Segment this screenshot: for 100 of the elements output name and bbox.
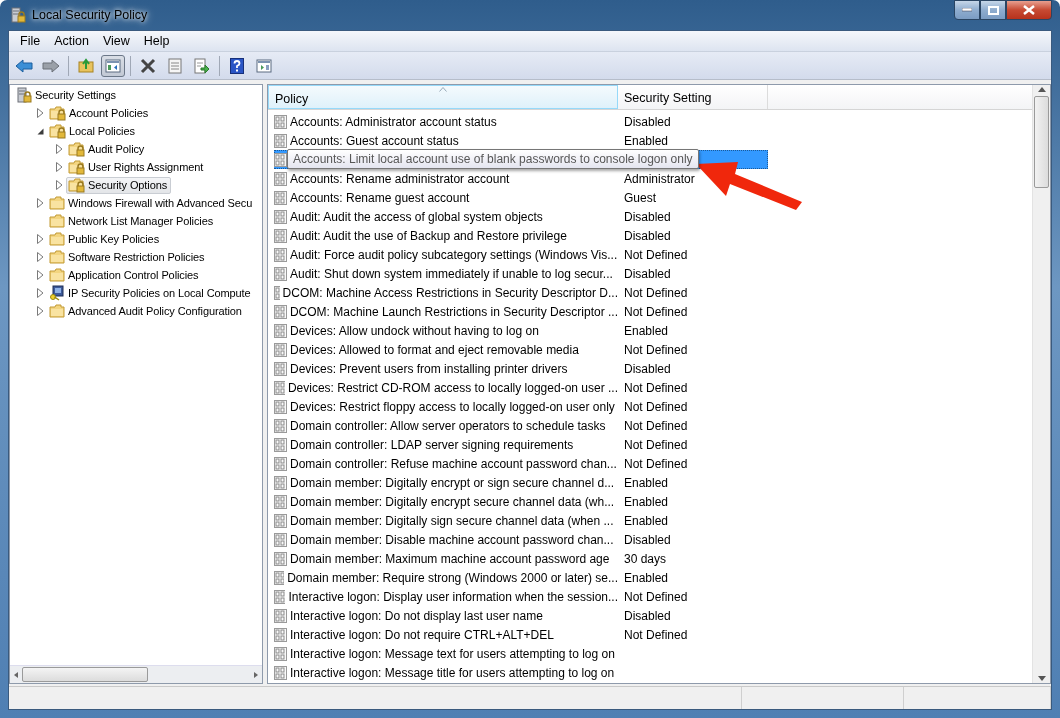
- policy-name: Domain member: Digitally encrypt secure channel data (wh...: [290, 494, 615, 509]
- tree-item[interactable]: Security Settings: [14, 86, 120, 104]
- policy-name: Devices: Restrict floppy access to locally logged-on user only: [290, 399, 615, 414]
- tree-item[interactable]: Advanced Audit Policy Configuration: [47, 302, 246, 320]
- expand-arrow-icon[interactable]: [36, 234, 44, 244]
- scroll-down-icon[interactable]: [1037, 676, 1046, 681]
- tree-item[interactable]: Local Policies: [47, 122, 139, 140]
- policy-icon: [274, 608, 287, 623]
- setting-value: Enabled: [624, 570, 669, 585]
- locked-folder-icon: [68, 177, 85, 193]
- policy-icon: [274, 342, 287, 357]
- setting-value: Not Defined: [624, 456, 688, 471]
- menu-item[interactable]: Action: [47, 34, 96, 48]
- policy-name: Audit: Force audit policy subcategory settings (Windows Vis...: [290, 247, 618, 262]
- policy-name: Audit: Shut down system immediately if unable to log secur...: [290, 266, 613, 281]
- maximize-icon: [987, 5, 999, 15]
- expand-arrow-icon[interactable]: [55, 144, 63, 154]
- policy-icon: [274, 646, 287, 661]
- expand-arrow-icon[interactable]: [36, 270, 44, 280]
- folder-icon: [49, 267, 65, 283]
- policy-icon: [274, 551, 287, 566]
- scroll-right-icon[interactable]: [252, 670, 260, 679]
- properties-icon: [168, 57, 182, 74]
- tree-item[interactable]: User Rights Assignment: [66, 158, 208, 176]
- delete-icon: [140, 57, 156, 74]
- policy-icon: [274, 570, 285, 585]
- close-button[interactable]: [1006, 0, 1052, 20]
- setting-value: Disabled: [624, 228, 671, 243]
- locked-folder-icon: [68, 141, 85, 157]
- expand-arrow-icon[interactable]: [55, 180, 63, 190]
- policy-icon: [274, 323, 287, 338]
- setting-value: Enabled: [624, 133, 669, 148]
- maximize-button[interactable]: [980, 0, 1006, 20]
- expand-arrow-icon[interactable]: [36, 306, 44, 316]
- menu-item[interactable]: File: [13, 34, 48, 48]
- window-title: Local Security Policy: [32, 8, 148, 22]
- policy-icon: [274, 304, 287, 319]
- tree-item[interactable]: Security Options: [66, 176, 172, 194]
- tree-item[interactable]: Network List Manager Policies: [47, 212, 218, 230]
- policy-name: Interactive logon: Message text for users attempting to log on: [290, 646, 615, 661]
- policy-name: Interactive logon: Do not require CTRL+ALT+DEL: [290, 627, 554, 642]
- column-header[interactable]: Policy: [268, 85, 618, 109]
- policy-icon: [274, 114, 287, 129]
- security-server-icon: [10, 6, 26, 24]
- tree-item[interactable]: Windows Firewall with Advanced Secu: [47, 194, 257, 212]
- setting-value: Not Defined: [624, 589, 688, 604]
- expand-arrow-icon[interactable]: [36, 108, 44, 118]
- policy-name: DCOM: Machine Access Restrictions in Security Descriptor D...: [282, 285, 618, 300]
- help-icon: [230, 57, 244, 74]
- expand-arrow-icon[interactable]: [36, 288, 44, 298]
- minimize-button[interactable]: [954, 0, 980, 20]
- tree-item[interactable]: Software Restriction Policies: [47, 248, 209, 266]
- setting-value: 30 days: [624, 551, 667, 566]
- setting-value: Not Defined: [624, 437, 688, 452]
- policy-name: Devices: Allow undock without having to log on: [290, 323, 539, 338]
- column-header[interactable]: Security Setting: [618, 85, 768, 109]
- policy-name: Accounts: Guest account status: [290, 133, 459, 148]
- setting-value: Guest: [624, 190, 656, 205]
- tree-item[interactable]: Public Key Policies: [47, 230, 164, 248]
- policy-icon: [274, 513, 287, 528]
- scroll-left-icon[interactable]: [12, 670, 20, 679]
- horizontal-scrollbar[interactable]: [10, 665, 262, 683]
- policy-name: Devices: Allowed to format and eject removable media: [290, 342, 579, 357]
- policy-icon: [274, 266, 287, 281]
- policy-icon: [274, 152, 287, 167]
- policy-name: Interactive logon: Do not display last user name: [290, 608, 543, 623]
- policy-icon: [274, 133, 287, 148]
- setting-value: Not Defined: [624, 418, 688, 433]
- policy-name: DCOM: Machine Launch Restrictions in Security Descriptor ...: [289, 304, 618, 319]
- sort-ascending-icon: [439, 87, 447, 92]
- setting-value: Enabled: [624, 494, 669, 509]
- policy-name: Domain member: Require strong (Windows 2000 or later) se...: [287, 570, 618, 585]
- setting-value: Disabled: [624, 361, 671, 376]
- expand-arrow-icon[interactable]: [36, 198, 44, 208]
- policy-icon: [274, 589, 286, 604]
- tree-item[interactable]: Audit Policy: [66, 140, 149, 158]
- policy-icon: [274, 627, 287, 642]
- vertical-scrollbar[interactable]: [1032, 85, 1050, 683]
- policy-name: Accounts: Rename administrator account: [290, 171, 510, 186]
- setting-value: Not Defined: [624, 342, 688, 357]
- tree-item[interactable]: IP Security Policies on Local Compute: [47, 284, 255, 302]
- setting-value: Disabled: [624, 608, 671, 623]
- policy-icon: [274, 456, 287, 471]
- menu-item[interactable]: View: [95, 34, 137, 48]
- scrollbar-thumb[interactable]: [1034, 96, 1049, 188]
- tooltip: Accounts: Limit local account use of blank passwords to console logon only: [287, 149, 699, 169]
- policy-name: Domain controller: Allow server operators to schedule tasks: [290, 418, 606, 433]
- tree-item[interactable]: Account Policies: [47, 104, 153, 122]
- expand-arrow-icon[interactable]: [36, 252, 44, 262]
- setting-value: Not Defined: [624, 380, 688, 395]
- scroll-up-icon[interactable]: [1037, 87, 1046, 92]
- setting-value: Not Defined: [624, 247, 688, 262]
- setting-value: Disabled: [624, 209, 671, 224]
- expand-arrow-icon[interactable]: [55, 162, 63, 172]
- menu-item[interactable]: Help: [136, 34, 177, 48]
- collapse-arrow-icon[interactable]: [36, 127, 44, 135]
- folder-icon: [49, 195, 65, 211]
- setting-value: Disabled: [624, 114, 671, 129]
- policy-name: Interactive logon: Message title for users attempting to log on: [290, 665, 615, 680]
- tree-item[interactable]: Application Control Policies: [47, 266, 203, 284]
